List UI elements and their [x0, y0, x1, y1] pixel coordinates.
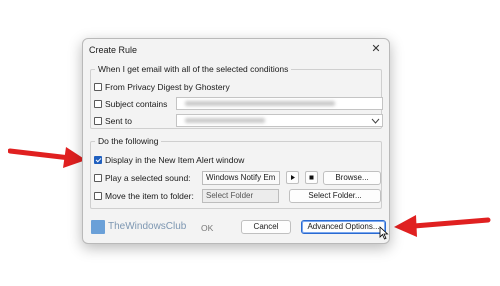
subject-field[interactable] — [176, 97, 383, 110]
from-checkbox[interactable] — [94, 83, 102, 91]
mouse-cursor-icon — [379, 226, 389, 240]
blurred-recipient-text — [185, 118, 265, 123]
select-folder-button[interactable]: Select Folder... — [289, 189, 381, 203]
stop-icon — [309, 175, 314, 180]
thewindowsclub-logo-icon — [91, 220, 105, 234]
annotation-arrow-left-icon — [8, 147, 86, 168]
play-icon — [291, 175, 295, 180]
play-sound-label: Play a selected sound: — [105, 173, 191, 183]
annotation-arrow-right-icon — [394, 215, 491, 237]
create-rule-dialog: Create Rule ✕ When I get email with all … — [82, 38, 390, 244]
sent-to-label: Sent to — [105, 116, 132, 126]
move-item-label: Move the item to folder: — [105, 191, 194, 201]
actions-group: Do the following Display in the New Item… — [90, 136, 382, 209]
sent-to-checkbox[interactable] — [94, 117, 102, 125]
blurred-subject-text — [185, 101, 335, 106]
conditions-group: When I get email with all of the selecte… — [90, 64, 383, 129]
title-bar: Create Rule ✕ — [83, 39, 389, 61]
play-sound-button[interactable] — [286, 171, 299, 184]
ok-button[interactable]: OK — [201, 223, 213, 233]
watermark-text: TheWindowsClub — [108, 221, 187, 232]
actions-group-title: Do the following — [95, 136, 162, 146]
cancel-button[interactable]: Cancel — [241, 220, 291, 234]
subject-checkbox[interactable] — [94, 100, 102, 108]
conditions-group-title: When I get email with all of the selecte… — [95, 64, 292, 74]
subject-label: Subject contains — [105, 99, 168, 109]
dialog-title: Create Rule — [89, 45, 138, 55]
from-label: From Privacy Digest by Ghostery — [105, 82, 230, 92]
sound-field[interactable]: Windows Notify Em — [202, 171, 280, 185]
play-sound-checkbox[interactable] — [94, 174, 102, 182]
folder-field[interactable]: Select Folder — [202, 189, 279, 203]
sent-to-field[interactable] — [176, 114, 383, 127]
move-item-checkbox[interactable] — [94, 192, 102, 200]
advanced-options-button[interactable]: Advanced Options... — [301, 220, 386, 234]
browse-button[interactable]: Browse... — [323, 171, 381, 185]
close-icon[interactable]: ✕ — [369, 42, 383, 56]
chevron-down-icon[interactable] — [371, 117, 380, 125]
stop-sound-button[interactable] — [305, 171, 318, 184]
display-alert-checkbox[interactable] — [94, 156, 102, 164]
display-alert-label: Display in the New Item Alert window — [105, 155, 245, 165]
